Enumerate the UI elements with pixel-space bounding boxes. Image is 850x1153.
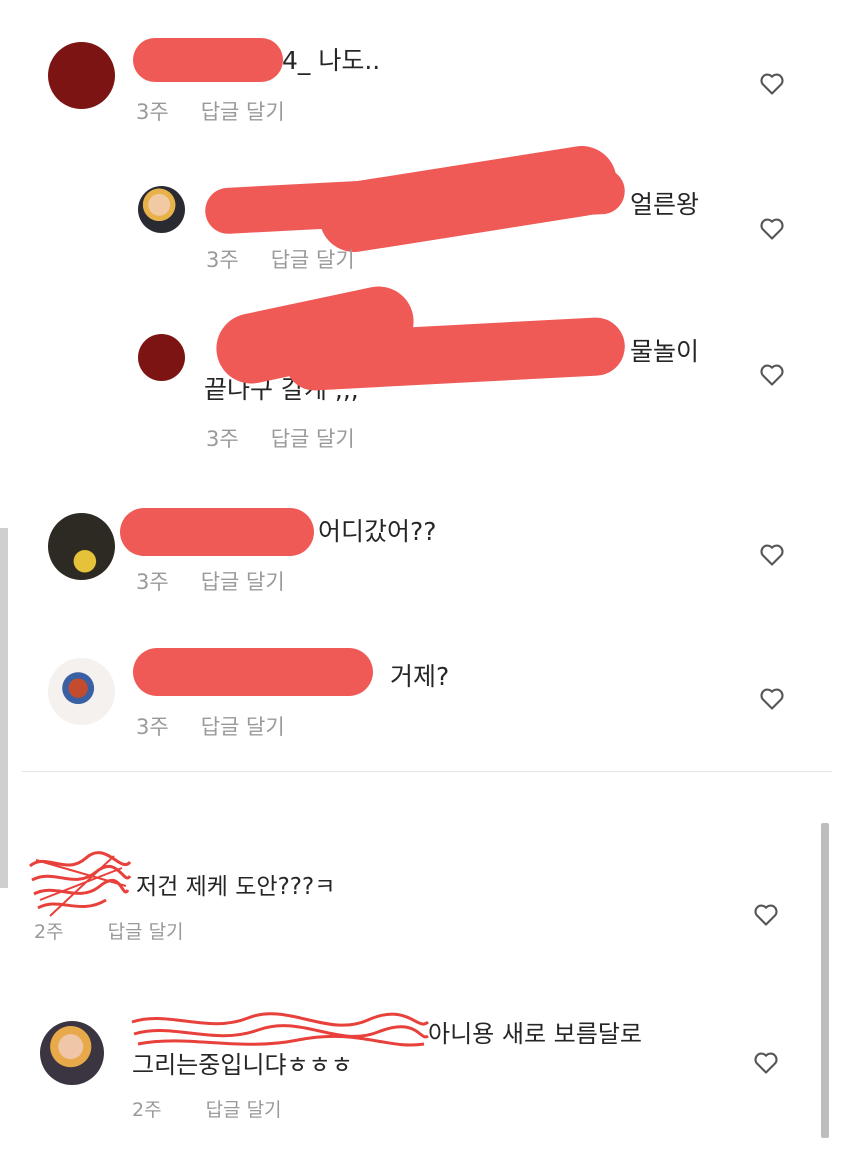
reply-button[interactable]: 답글 달기 <box>201 570 285 594</box>
comment-time: 2주 <box>34 921 64 943</box>
comment-meta: 3주 답글 달기 <box>136 711 285 741</box>
heart-outline-icon[interactable] <box>758 69 786 97</box>
avatar[interactable] <box>48 658 115 725</box>
avatar[interactable] <box>138 186 185 233</box>
heart-outline-icon[interactable] <box>758 684 786 712</box>
comment-meta: 3주 답글 달기 <box>206 423 355 453</box>
reply-button[interactable]: 답글 달기 <box>201 100 285 124</box>
heart-outline-icon[interactable] <box>752 1048 780 1076</box>
comment-text-line-1: 아니용 새로 보름달로 <box>428 1020 642 1048</box>
section-divider <box>22 771 832 772</box>
comment-text: 저건 제케 도안???ㅋ <box>136 874 336 900</box>
redaction-mark <box>133 648 373 696</box>
avatar[interactable] <box>48 42 115 109</box>
comment-meta: 3주 답글 달기 <box>136 566 285 596</box>
comment-text: 얼른왕 <box>630 190 700 219</box>
comment-text: 거제? <box>390 662 450 691</box>
comment-meta: 3주 답글 달기 <box>136 96 285 126</box>
scribble-redaction <box>29 851 132 917</box>
redaction-mark <box>133 38 283 82</box>
avatar[interactable] <box>138 334 185 381</box>
comment-time: 3주 <box>136 100 169 124</box>
comment-text: 4_ 나도.. <box>282 46 381 75</box>
comment-meta: 3주 답글 달기 <box>206 244 355 274</box>
reply-button[interactable]: 답글 달기 <box>108 921 184 943</box>
redaction-mark <box>120 508 314 556</box>
redaction-mark <box>314 140 622 258</box>
comment-time: 3주 <box>206 427 239 451</box>
left-edge-bar <box>0 528 8 888</box>
comment-meta: 2주 답글 달기 <box>132 1095 282 1122</box>
avatar[interactable] <box>48 513 115 580</box>
heart-outline-icon[interactable] <box>758 214 786 242</box>
comment-time: 3주 <box>206 248 239 272</box>
scrollbar[interactable] <box>821 823 829 1138</box>
avatar[interactable] <box>40 1021 104 1085</box>
heart-outline-icon[interactable] <box>758 360 786 388</box>
comment-text: 어디갔어?? <box>318 517 437 546</box>
comment-text-line-1: 물놀이 <box>630 337 700 366</box>
reply-button[interactable]: 답글 달기 <box>206 1099 282 1121</box>
reply-button[interactable]: 답글 달기 <box>201 715 285 739</box>
scribble-redaction <box>131 1012 430 1047</box>
comment-text-line-2: 그리는중입니댜ㅎㅎㅎ <box>132 1051 353 1079</box>
comment-time: 3주 <box>136 715 169 739</box>
comment-time: 3주 <box>136 570 169 594</box>
heart-outline-icon[interactable] <box>752 900 780 928</box>
reply-button[interactable]: 답글 달기 <box>271 427 355 451</box>
comment-meta: 2주 답글 달기 <box>34 917 184 944</box>
heart-outline-icon[interactable] <box>758 540 786 568</box>
comment-time: 2주 <box>132 1099 162 1121</box>
reply-button[interactable]: 답글 달기 <box>271 248 355 272</box>
